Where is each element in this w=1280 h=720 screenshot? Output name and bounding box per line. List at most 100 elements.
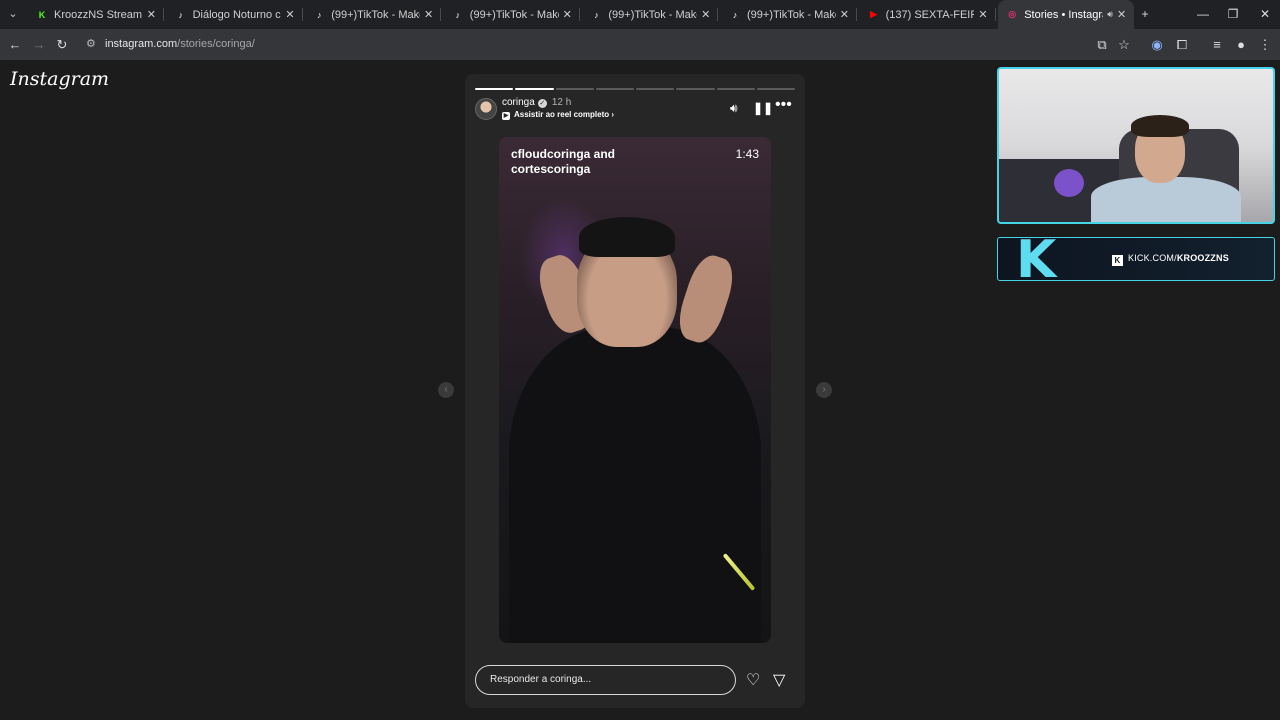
browser-tab[interactable]: ♪ (99+)TikTok - Make Your ✕	[444, 0, 580, 29]
video-person-hand	[672, 250, 740, 348]
story-progress-segment	[636, 88, 675, 90]
reply-input[interactable]: Responder a coringa...	[475, 665, 736, 695]
tab-close-icon[interactable]: ✕	[978, 8, 987, 21]
tab-separator	[578, 8, 580, 21]
tab-separator	[440, 8, 442, 21]
story-video[interactable]: cfloudcoringa and cortescoringa 1:43	[499, 137, 771, 643]
instagram-icon: ◎	[1008, 9, 1017, 19]
kick-small-logo-icon: K	[1112, 255, 1123, 266]
tab-separator	[717, 8, 719, 21]
tab-close-icon[interactable]: ✕	[1117, 8, 1126, 21]
story-progress-segment	[595, 88, 634, 90]
tab-title: (99+)TikTok - Make Your	[608, 8, 697, 21]
tab-separator	[856, 8, 857, 21]
tab-close-icon[interactable]: ✕	[840, 8, 849, 21]
browser-tab[interactable]: ♪ (99+)TikTok - Make Your ✕	[721, 0, 857, 29]
more-options-icon[interactable]: •••	[775, 96, 792, 114]
browser-tab[interactable]: ▶ (137) SEXTA-FEIRA "HOJE✕	[860, 0, 996, 29]
reel-link-label: Assistir ao reel completo	[514, 110, 610, 119]
next-story-icon[interactable]: ›	[816, 382, 832, 398]
tab-title: (99+)TikTok - Make Your	[469, 8, 559, 21]
reel-icon: ▶	[502, 112, 510, 120]
tab-separator	[163, 8, 164, 21]
kick-url-channel: KROOZZNS	[1176, 253, 1229, 263]
pause-icon[interactable]: ❚❚	[753, 101, 773, 115]
watch-full-reel-link[interactable]: ▶ Assistir ao reel completo ›	[502, 110, 614, 120]
like-heart-icon[interactable]: ♡	[746, 670, 760, 690]
story-progress-segment	[555, 88, 594, 90]
webcam-overlay	[997, 67, 1275, 224]
tiktok-icon: ♪	[455, 9, 461, 20]
reload-icon[interactable]: ↻	[53, 36, 71, 54]
tiktok-icon: ♪	[594, 9, 599, 20]
video-person-body	[509, 327, 761, 643]
story-viewer: coringa ✓ 12 h ▶ Assistir ao reel completo …	[465, 74, 805, 708]
menu-kebab-icon[interactable]: ⋮	[1256, 36, 1274, 54]
tab-title: Stories • Instagram	[1024, 8, 1103, 21]
tab-close-icon[interactable]: ✕	[424, 8, 433, 21]
tab-close-icon[interactable]: ✕	[563, 8, 572, 21]
tab-title: (99+)TikTok - Make Your	[331, 8, 420, 21]
tab-title: KroozzNS Stream - Watch	[54, 8, 143, 21]
browser-tab[interactable]: K KroozzNS Stream - Watch ✕	[28, 0, 164, 29]
browser-tab[interactable]: ♪ (99+)TikTok - Make Your ✕	[305, 0, 442, 29]
story-progress-segment	[475, 88, 514, 90]
tab-close-icon[interactable]: ✕	[701, 8, 710, 21]
webcam-person-shirt	[1091, 177, 1241, 222]
browser-tab[interactable]: ♪ (99+)TikTok - Make Your ✕	[582, 0, 719, 29]
story-time: 12 h	[551, 97, 572, 108]
site-info-icon[interactable]: ⚙	[86, 33, 96, 55]
extension-audio-icon[interactable]: ◉	[1148, 36, 1166, 54]
extensions-puzzle-icon[interactable]: ⧠	[1173, 36, 1191, 54]
story-username[interactable]: coringa	[502, 97, 535, 108]
video-caption: cfloudcoringa and cortescoringa	[511, 147, 616, 176]
avatar[interactable]	[475, 98, 497, 120]
tab-bar: ⌄ K KroozzNS Stream - Watch ✕ ♪ Diálogo Notu…	[0, 0, 1280, 29]
kick-url-prefix: KICK.COM/	[1128, 253, 1177, 263]
tiktok-icon: ♪	[178, 9, 183, 20]
story-progress-segment	[756, 88, 795, 90]
kick-icon: K	[38, 9, 46, 20]
verified-badge-icon: ✓	[537, 99, 547, 108]
tab-close-icon[interactable]: ✕	[147, 8, 156, 21]
webcam-plush	[1054, 169, 1084, 197]
url-host: instagram.com	[105, 38, 178, 50]
instagram-logo[interactable]: Instagram	[10, 68, 109, 90]
webcam-person-hair	[1131, 115, 1189, 137]
video-duration: 1:43	[735, 147, 759, 161]
tab-close-icon[interactable]: ✕	[285, 8, 294, 21]
browser-tab[interactable]: ◎ Stories • Instagram 🔊︎ ✕	[998, 0, 1135, 29]
tab-search-icon[interactable]: ⌄	[4, 5, 22, 23]
new-tab-button[interactable]: +	[1130, 0, 1160, 29]
tab-title: (99+)TikTok - Make Your	[747, 8, 836, 21]
previous-story-icon[interactable]: ‹	[438, 382, 454, 398]
volume-icon[interactable]: 🔊︎	[730, 101, 738, 116]
story-progress-segment	[676, 88, 715, 90]
kick-logo-icon: K	[1016, 237, 1057, 281]
tab-title: (137) SEXTA-FEIRA "HOJE	[885, 8, 975, 21]
minimize-icon[interactable]: —	[1188, 0, 1218, 29]
story-progress-segment	[716, 88, 755, 90]
close-window-icon[interactable]: ✕	[1250, 0, 1280, 29]
video-person-hair	[579, 217, 675, 257]
back-icon[interactable]: ←	[6, 36, 24, 54]
browser-tab[interactable]: ♪ Diálogo Noturno com Am✕	[167, 0, 303, 29]
youtube-icon: ▶	[870, 9, 878, 19]
tab-separator	[301, 8, 303, 21]
kick-banner: K K KICK.COM/KROOZZNS	[997, 237, 1275, 281]
tiktok-icon: ♪	[316, 9, 322, 20]
story-progress	[475, 88, 795, 90]
profile-avatar-icon[interactable]: ●	[1232, 36, 1250, 54]
media-control-icon[interactable]: ≡	[1208, 36, 1226, 54]
story-header: coringa ✓ 12 h	[502, 97, 571, 108]
url-path: /stories/coringa/	[177, 38, 255, 50]
story-progress-segment	[515, 88, 554, 90]
address-bar[interactable]: ⚙ instagram.com/stories/coringa/	[80, 33, 1140, 55]
tab-audio-icon[interactable]: 🔊︎	[1107, 9, 1113, 20]
forward-icon[interactable]: →	[30, 36, 48, 54]
share-send-icon[interactable]: ▽	[773, 670, 785, 690]
tiktok-icon: ♪	[732, 9, 738, 20]
restore-icon[interactable]: ❐	[1218, 0, 1248, 29]
tab-title: Diálogo Noturno com Am	[192, 8, 282, 21]
tab-separator	[994, 8, 996, 21]
